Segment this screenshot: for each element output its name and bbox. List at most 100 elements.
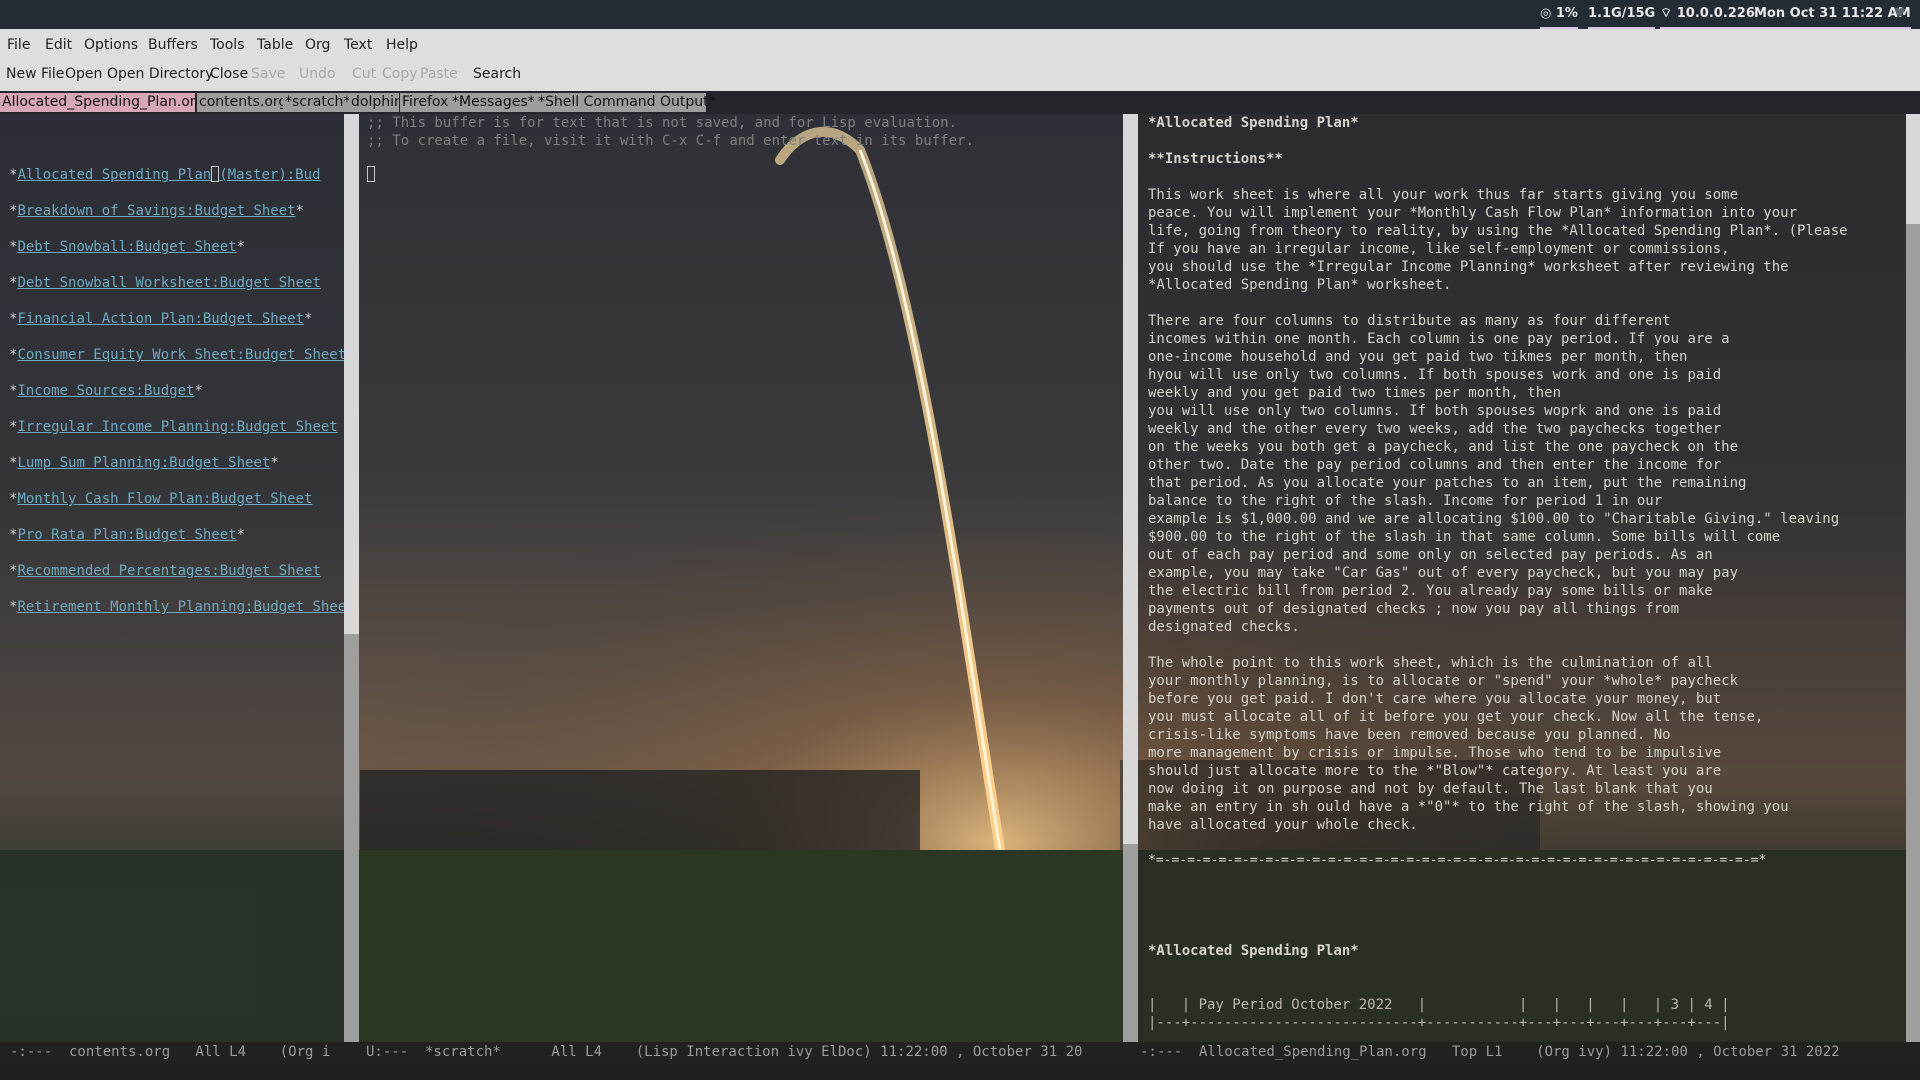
scrollbar-thumb[interactable] — [344, 114, 359, 634]
paragraph-line: payments out of designated checks ; now … — [1148, 601, 1680, 617]
table-header-row[interactable]: | | Pay Period October 2022 | | | | | | … — [1148, 996, 1730, 1014]
open-button[interactable]: Open — [65, 66, 102, 82]
outline-item[interactable]: *Income Sources:Budget* — [9, 382, 203, 400]
outline-link[interactable]: Debt Snowball Worksheet:Budget Sheet — [17, 275, 320, 291]
outline-item[interactable]: *Financial Action Plan:Budget Sheet* — [9, 310, 312, 328]
network-indicator[interactable]: ⌔ 10.0.0.226 — [1660, 0, 1755, 29]
copy-button[interactable]: Copy — [382, 66, 418, 82]
paragraph-line: more management by crisis or impulse. Th… — [1148, 745, 1722, 761]
outline-link[interactable]: Breakdown of Savings:Budget Sheet — [17, 203, 295, 219]
outline-item[interactable]: *Lump Sum Planning:Budget Sheet* — [9, 454, 279, 472]
tab-messages[interactable]: *Messages* — [450, 93, 536, 112]
right-window-scrollbar[interactable] — [1906, 114, 1920, 1042]
tab-scratch[interactable]: *scratch* — [283, 93, 350, 112]
outline-item[interactable]: *Recommended Percentages:Budget Sheet — [9, 562, 321, 580]
outline-item[interactable]: *Debt Snowball:Budget Sheet* — [9, 238, 245, 256]
clock[interactable]: Mon Oct 31 11:22 AM — [1754, 0, 1911, 29]
tab-dolphin[interactable]: dolphin — [349, 93, 403, 112]
paragraph-line: life, going from theory to reality, by u… — [1148, 223, 1848, 239]
modeline-contents-org[interactable]: -:--- contents.org All L4 (Org i — [10, 1044, 330, 1060]
tray-heart-icon[interactable]: ♥ — [1894, 6, 1906, 21]
outline-link[interactable]: Pro Rata Plan:Budget Sheet — [17, 527, 236, 543]
paragraph-line: should just allocate more to the *"Blow"… — [1148, 763, 1722, 779]
menu-table[interactable]: Table — [257, 37, 293, 53]
tab-firefox[interactable]: Firefox — [400, 93, 450, 112]
minibuffer[interactable] — [0, 1064, 1920, 1080]
outline-item[interactable]: *Pro Rata Plan:Budget Sheet* — [9, 526, 245, 544]
outline-item[interactable]: *Retirement Monthly Planning:Budget Shee… — [9, 598, 344, 616]
menu-org[interactable]: Org — [305, 37, 330, 53]
tab-shell-command-output[interactable]: *Shell Command Output* — [536, 93, 716, 112]
ip-address: 10.0.0.226 — [1676, 6, 1755, 21]
save-button[interactable]: Save — [251, 66, 285, 82]
cut-button[interactable]: Cut — [352, 66, 376, 82]
paragraph-line: one-income household and you get paid tw… — [1148, 349, 1688, 365]
paragraph-line: you will use only two columns. If both s… — [1148, 403, 1722, 419]
instructions-heading: **Instructions** — [1148, 151, 1283, 167]
buffer-tab-bar: Allocated_Spending_Plan.org contents.org… — [0, 91, 1920, 114]
outline-link[interactable]: Financial Action Plan:Budget Sheet — [17, 311, 304, 327]
paragraph-line: you must allocate all of it before you g… — [1148, 709, 1764, 725]
paragraph-line: other two. Date the pay period columns a… — [1148, 457, 1722, 473]
modeline-scratch[interactable]: U:--- *scratch* All L4 (Lisp Interaction… — [366, 1044, 1082, 1060]
open-directory-button[interactable]: Open Directory — [107, 66, 213, 82]
horizontal-rule: *=-=-=-=-=-=-=-=-=-=-=-=-=-=-=-=-=-=-=-=… — [1148, 853, 1767, 868]
table-rule-row: |---+---------------------------+-------… — [1148, 1015, 1730, 1031]
scratch-window[interactable]: ;; This buffer is for text that is not s… — [359, 114, 1123, 1042]
middle-window-scrollbar[interactable] — [1123, 114, 1138, 1042]
outline-item[interactable]: *Irregular Income Planning:Budget Sheet — [9, 418, 338, 436]
menu-options[interactable]: Options — [84, 37, 138, 53]
system-status-bar: ◎ 1% 1.1G/15G ⌔ 10.0.0.226 Mon Oct 31 11… — [0, 0, 1920, 29]
paragraph-line: that period. As you allocate your patche… — [1148, 475, 1747, 491]
tab-contents-org[interactable]: contents.org — [197, 93, 287, 112]
outline-link[interactable]: Monthly Cash Flow Plan:Budget Sheet — [17, 491, 312, 507]
paste-button[interactable]: Paste — [420, 66, 458, 82]
outline-item[interactable]: *Consumer Equity Work Sheet:Budget Sheet — [9, 346, 344, 364]
menu-text[interactable]: Text — [344, 37, 372, 53]
outline-item[interactable]: *Monthly Cash Flow Plan:Budget Sheet — [9, 490, 312, 508]
outline-link[interactable]: Debt Snowball:Budget Sheet — [17, 239, 236, 255]
wifi-icon: ⌔ — [1660, 6, 1673, 21]
menu-file[interactable]: File — [7, 37, 30, 53]
left-window-scrollbar[interactable] — [344, 114, 359, 1042]
allocated-spending-plan-window[interactable]: *Allocated Spending Plan* **Instructions… — [1138, 114, 1906, 1042]
paragraph-line: $900.00 to the right of the slash in tha… — [1148, 529, 1781, 545]
outline-link[interactable]: Lump Sum Planning:Budget Sheet — [17, 455, 270, 471]
outline-item[interactable]: *Breakdown of Savings:Budget Sheet* — [9, 202, 304, 220]
modeline-allocated-spending-plan[interactable]: -:--- Allocated_Spending_Plan.org Top L1… — [1140, 1044, 1840, 1060]
outline-link[interactable]: Recommended Percentages:Budget Sheet — [17, 563, 320, 579]
menu-tools[interactable]: Tools — [210, 37, 245, 53]
outline-link[interactable]: Income Sources:Budget — [17, 383, 194, 399]
paragraph-line: weekly and the other every two weeks, ad… — [1148, 421, 1722, 437]
menu-help[interactable]: Help — [386, 37, 418, 53]
cpu-indicator[interactable]: ◎ 1% — [1540, 0, 1578, 29]
scrollbar-thumb[interactable] — [1906, 114, 1920, 224]
paragraph-line: peace. You will implement your *Monthly … — [1148, 205, 1798, 221]
menu-buffers[interactable]: Buffers — [148, 37, 198, 53]
paragraph-line: example is $1,000.00 and we are allocati… — [1148, 511, 1840, 527]
contents-org-window[interactable]: *Allocated Spending Plan (Master):Bud *Br… — [0, 114, 344, 1042]
paragraph-line: There are four columns to distribute as … — [1148, 313, 1671, 329]
outline-link[interactable]: Irregular Income Planning:Budget Sheet — [17, 419, 337, 435]
memory-indicator[interactable]: 1.1G/15G — [1588, 0, 1656, 29]
scratch-comment-line: ;; This buffer is for text that is not s… — [367, 115, 958, 131]
undo-button[interactable]: Undo — [299, 66, 336, 82]
paragraph-line: hyou will use only two columns. If both … — [1148, 367, 1722, 383]
outline-link-suffix[interactable]: (Master):Bud — [219, 167, 320, 183]
paragraph-line: your monthly planning, is to allocate or… — [1148, 673, 1739, 689]
paragraph-line: This work sheet is where all your work t… — [1148, 187, 1739, 203]
menu-edit[interactable]: Edit — [45, 37, 72, 53]
outline-item[interactable]: *Allocated Spending Plan (Master):Bud — [9, 166, 320, 184]
close-button[interactable]: Close — [210, 66, 248, 82]
search-button[interactable]: Search — [473, 66, 521, 82]
paragraph-line: before you get paid. I don't care where … — [1148, 691, 1722, 707]
paragraph-line: now doing it on purpose and not by defau… — [1148, 781, 1713, 797]
paragraph-line: crisis-like symptoms have been removed b… — [1148, 727, 1671, 743]
outline-link[interactable]: Consumer Equity Work Sheet:Budget Sheet — [17, 347, 344, 363]
new-file-button[interactable]: New File — [6, 66, 64, 82]
outline-item[interactable]: *Debt Snowball Worksheet:Budget Sheet — [9, 274, 321, 292]
scrollbar-thumb[interactable] — [1123, 114, 1138, 844]
outline-link[interactable]: Allocated Spending Plan — [17, 167, 211, 183]
tab-allocated-spending-plan[interactable]: Allocated_Spending_Plan.org — [0, 93, 204, 112]
outline-link[interactable]: Retirement Monthly Planning:Budget Sheet — [17, 599, 344, 615]
